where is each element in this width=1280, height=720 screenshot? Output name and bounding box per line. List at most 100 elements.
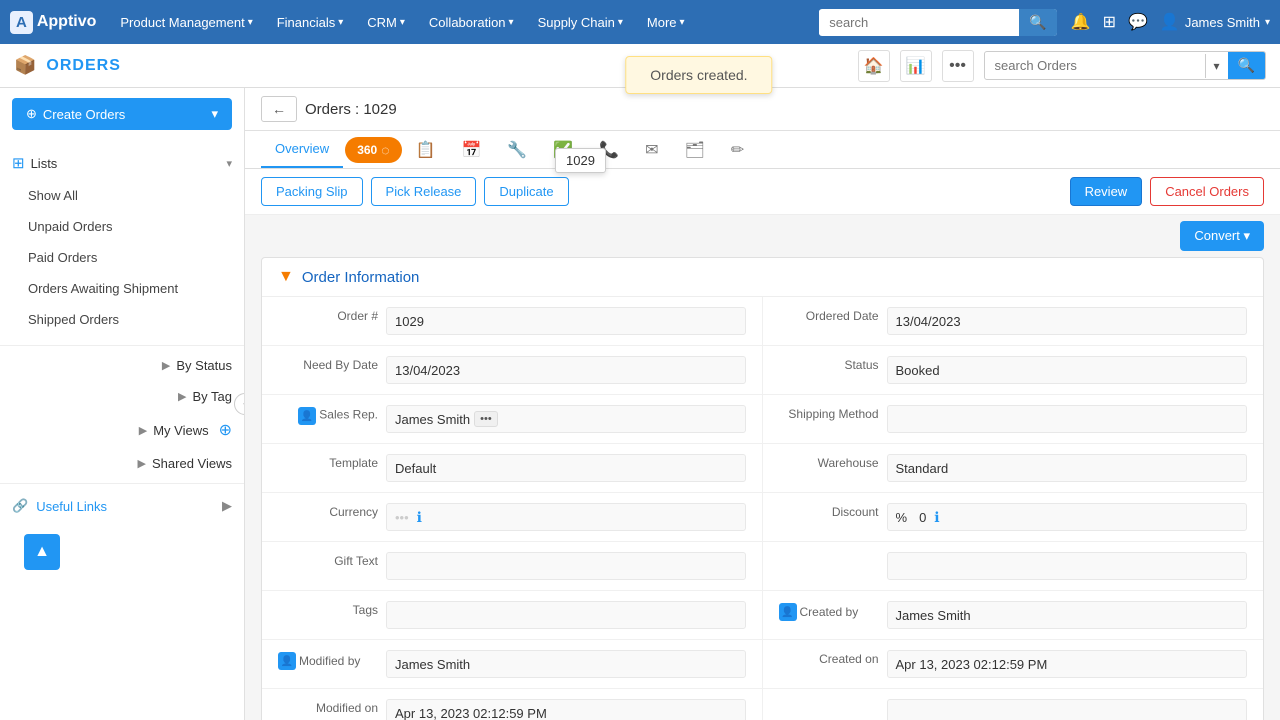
- modified-on-field: Modified on Apr 13, 2023 02:12:59 PM: [262, 689, 762, 720]
- created-by-label: 👤 Created by: [779, 601, 879, 621]
- left-fields: Order # 1029 Need By Date 13/04/2023: [262, 297, 763, 720]
- apps-icon[interactable]: ⊞: [1103, 12, 1116, 32]
- order-information-card: ▼ Order Information Order # 1029 Need By…: [261, 257, 1264, 720]
- packing-slip-button[interactable]: Packing Slip: [261, 177, 363, 206]
- sales-rep-more-button[interactable]: •••: [474, 411, 498, 427]
- home-icon[interactable]: 🏠: [858, 50, 890, 82]
- sales-rep-label: 👤 Sales Rep.: [278, 405, 378, 425]
- chevron-down-icon: ▾: [1265, 17, 1270, 28]
- avatar-icon: 👤: [298, 407, 316, 425]
- chevron-down-icon: ▾: [248, 17, 253, 28]
- toast-notification: Orders created.: [625, 56, 772, 94]
- tab-edit-icon[interactable]: ✏: [719, 132, 756, 168]
- back-button[interactable]: ←: [261, 96, 297, 122]
- sidebar-item-shipped-orders[interactable]: Shipped Orders: [0, 304, 244, 335]
- nav-crm[interactable]: CRM ▾: [357, 9, 415, 36]
- cancel-orders-button[interactable]: Cancel Orders: [1150, 177, 1264, 206]
- modified-by-field: 👤 Modified by James Smith: [262, 640, 762, 689]
- bar-chart-icon[interactable]: 📊: [900, 50, 932, 82]
- modified-by-value: James Smith: [386, 650, 746, 678]
- orders-search-dropdown[interactable]: ▾: [1205, 54, 1228, 78]
- nav-supply-chain[interactable]: Supply Chain ▾: [528, 9, 633, 36]
- chevron-right-icon: ▶: [139, 424, 147, 437]
- logo[interactable]: A Apptivo: [10, 11, 96, 34]
- main-layout: ⊕ Create Orders ▾ ⊞ Lists ▾ Show All Unp…: [0, 88, 1280, 720]
- sidebar-item-orders-awaiting-shipment[interactable]: Orders Awaiting Shipment: [0, 273, 244, 304]
- bell-icon[interactable]: 🔔: [1071, 12, 1091, 32]
- convert-button[interactable]: Convert ▾: [1180, 221, 1264, 251]
- useful-links-section[interactable]: 🔗 Useful Links ▶: [0, 488, 244, 524]
- global-search-input[interactable]: [819, 10, 1019, 35]
- section-toggle-icon[interactable]: ▼: [278, 268, 294, 286]
- template-field: Template Default: [262, 444, 762, 493]
- sidebar-item-show-all[interactable]: Show All: [0, 180, 244, 211]
- tab-calendar-icon[interactable]: 📅: [449, 132, 493, 168]
- global-search: 🔍: [819, 9, 1056, 36]
- modified-on-value: Apr 13, 2023 02:12:59 PM: [386, 699, 746, 720]
- created-on-value: Apr 13, 2023 02:12:59 PM: [887, 650, 1248, 678]
- chevron-right-icon: ▶: [222, 498, 232, 514]
- created-by-field: 👤 Created by James Smith: [763, 591, 1264, 640]
- shared-views-section[interactable]: ▶ Shared Views: [0, 448, 244, 479]
- discount-info-icon[interactable]: ℹ: [934, 509, 939, 526]
- nav-icons: 🔔 ⊞ 💬: [1071, 12, 1148, 32]
- warehouse-value: Standard: [887, 454, 1248, 482]
- main-content: ← Orders : 1029 Overview 360 ◌ 📋 📅 🔧 ✅ 📞…: [245, 88, 1280, 720]
- top-navigation: A Apptivo Product Management ▾ Financial…: [0, 0, 1280, 44]
- add-view-icon[interactable]: ⊕: [219, 420, 232, 440]
- orders-title: ORDERS: [46, 57, 120, 75]
- shipping-method-label: Shipping Method: [779, 405, 879, 421]
- tab-tools-icon[interactable]: 🔧: [495, 132, 539, 168]
- sidebar-item-unpaid-orders[interactable]: Unpaid Orders: [0, 211, 244, 242]
- sidebar-item-paid-orders[interactable]: Paid Orders: [0, 242, 244, 273]
- discount-value: % 0 ℹ: [887, 503, 1248, 531]
- chevron-right-icon: ▶: [162, 359, 170, 372]
- chat-icon[interactable]: 💬: [1128, 12, 1148, 32]
- pick-release-button[interactable]: Pick Release: [371, 177, 477, 206]
- tab-email-icon[interactable]: ✉: [633, 132, 670, 168]
- avatar-icon: 👤: [779, 603, 797, 621]
- sales-rep-value: James Smith •••: [386, 405, 746, 433]
- create-orders-button[interactable]: ⊕ Create Orders ▾: [12, 98, 232, 130]
- grid-icon: ⊞: [12, 154, 25, 172]
- duplicate-button[interactable]: Duplicate: [484, 177, 568, 206]
- tab-overview[interactable]: Overview: [261, 131, 343, 168]
- plus-icon: ⊕: [26, 106, 37, 122]
- currency-value: ••• ℹ: [386, 503, 746, 531]
- breadcrumb-title: Orders : 1029: [305, 101, 397, 118]
- by-status-section[interactable]: ▶ By Status: [0, 350, 244, 381]
- tags-value: [386, 601, 746, 629]
- logo-text: Apptivo: [37, 13, 97, 31]
- user-menu[interactable]: 👤 James Smith ▾: [1160, 12, 1270, 32]
- order-fields-grid: Order # 1029 Need By Date 13/04/2023: [262, 297, 1263, 720]
- by-tag-section[interactable]: ▶ By Tag: [0, 381, 244, 412]
- scroll-top-button[interactable]: ▲: [24, 534, 60, 570]
- status-field: Status Booked: [763, 346, 1264, 395]
- nav-product-management[interactable]: Product Management ▾: [110, 9, 262, 36]
- global-search-button[interactable]: 🔍: [1019, 9, 1056, 36]
- lists-section-header[interactable]: ⊞ Lists ▾: [0, 146, 244, 180]
- tab-360[interactable]: 360 ◌: [345, 137, 401, 163]
- orders-search: ▾ 🔍: [984, 51, 1266, 80]
- nav-collaboration[interactable]: Collaboration ▾: [419, 9, 524, 36]
- review-button[interactable]: Review: [1070, 177, 1143, 206]
- gift-text-label: Gift Text: [278, 552, 378, 568]
- order-card-header: ▼ Order Information: [262, 258, 1263, 297]
- my-views-section[interactable]: ▶ My Views ⊕: [0, 412, 244, 448]
- shipping-method-value: [887, 405, 1248, 433]
- orders-search-button[interactable]: 🔍: [1228, 52, 1265, 79]
- chevron-down-icon: ▾: [509, 17, 514, 28]
- warehouse-field: Warehouse Standard: [763, 444, 1264, 493]
- link-icon: 🔗: [12, 498, 28, 514]
- orders-search-input[interactable]: [985, 53, 1205, 78]
- empty-value-1: [887, 552, 1248, 580]
- tab-list-icon[interactable]: 📋: [404, 132, 448, 168]
- chevron-down-icon: ▾: [211, 106, 218, 122]
- gift-text-value: [386, 552, 746, 580]
- tab-folder-icon[interactable]: 🗂: [673, 132, 717, 168]
- nav-more[interactable]: More ▾: [637, 9, 695, 36]
- order-number-label: Order #: [278, 307, 378, 323]
- currency-info-icon[interactable]: ℹ: [417, 509, 422, 526]
- more-options-icon[interactable]: •••: [942, 50, 974, 82]
- nav-financials[interactable]: Financials ▾: [267, 9, 354, 36]
